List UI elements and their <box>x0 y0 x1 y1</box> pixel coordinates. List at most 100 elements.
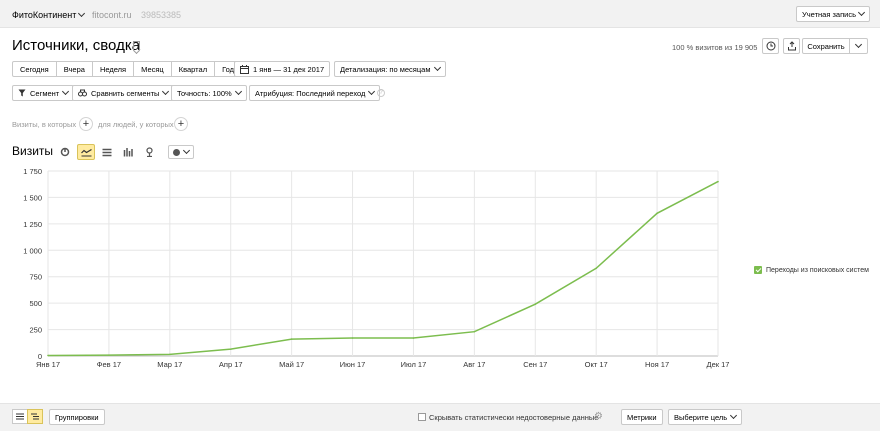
compare-icon <box>78 89 87 97</box>
chevron-down-icon <box>162 87 170 96</box>
date-range-button[interactable]: 1 янв — 31 дек 2017 <box>234 61 331 77</box>
data-point <box>412 337 415 339</box>
bottom-bar: Группировки Скрывать статистически недос… <box>0 403 880 431</box>
x-tick-label: Дек 17 <box>707 360 730 369</box>
bar-chart-button[interactable] <box>119 144 137 160</box>
pie-chart-icon <box>60 147 70 157</box>
chevron-down-icon <box>78 9 86 18</box>
y-tick-label: 1 250 <box>23 220 42 229</box>
plus-icon: + <box>177 118 185 130</box>
add-visit-filter-button[interactable]: + <box>79 117 93 131</box>
plus-icon: + <box>82 118 90 130</box>
segment-label: Сегмент <box>30 88 60 98</box>
period-quarter[interactable]: Квартал <box>170 61 216 77</box>
x-tick-label: Ноя 17 <box>645 360 669 369</box>
chevron-down-icon <box>234 87 242 96</box>
bar-chart-icon <box>123 148 133 157</box>
account-label: Учетная запись <box>801 9 856 19</box>
metrics-label: Метрики <box>627 412 657 422</box>
y-tick-label: 1 500 <box>23 193 42 202</box>
clock-icon <box>766 41 775 51</box>
accuracy-select[interactable]: Точность: 100% <box>171 85 247 101</box>
counter-selector[interactable]: ФитоКонтинент <box>12 9 86 20</box>
stacked-chart-button[interactable] <box>98 144 116 160</box>
compare-label: Сравнить сегменты <box>91 88 160 98</box>
period-selector: Сегодня Вчера Неделя Месяц Квартал Год <box>12 61 243 77</box>
data-point <box>534 303 537 305</box>
y-tick-label: 1 000 <box>23 246 42 255</box>
x-tick-label: Май 17 <box>279 360 304 369</box>
account-button[interactable]: Учетная запись <box>795 6 870 22</box>
legend-checkbox[interactable] <box>754 266 762 274</box>
period-yesterday[interactable]: Вчера <box>55 61 93 77</box>
list-icon <box>16 413 24 420</box>
chart-type-select[interactable] <box>168 145 194 159</box>
map-chart-button[interactable] <box>140 144 158 160</box>
groupings-button[interactable]: Группировки <box>49 409 105 425</box>
period-week[interactable]: Неделя <box>91 61 135 77</box>
x-tick-label: Янв 17 <box>36 360 60 369</box>
pie-chart-button[interactable] <box>56 144 74 160</box>
top-bar: ФитоКонтинент fitocont.ru 39853385 Учетн… <box>0 0 880 28</box>
groupings-label: Группировки <box>55 412 99 422</box>
chevron-down-icon <box>62 87 70 96</box>
detail-select[interactable]: Детализация: по месяцам <box>334 61 446 77</box>
period-today[interactable]: Сегодня <box>12 61 57 77</box>
visits-share: 100 % визитов из 19 905 <box>672 43 758 52</box>
metric-title: Визиты <box>12 144 54 158</box>
tree-icon <box>31 413 39 420</box>
data-point <box>108 354 110 356</box>
speech-bubble-icon <box>173 148 180 156</box>
data-point <box>351 337 354 339</box>
x-tick-label: Фев 17 <box>97 360 121 369</box>
save-options-button[interactable] <box>850 38 868 54</box>
add-people-filter-button[interactable]: + <box>174 117 188 131</box>
save-label: Сохранить <box>807 41 845 51</box>
x-tick-label: Авг 17 <box>463 360 485 369</box>
counter-id: 39853385 <box>141 10 182 20</box>
history-button[interactable] <box>762 38 779 54</box>
goal-label: Выберите цель <box>674 412 728 422</box>
segment-button[interactable]: Сегмент <box>12 85 75 101</box>
tree-view-button[interactable] <box>27 409 43 424</box>
period-month[interactable]: Месяц <box>133 61 172 77</box>
detail-label: Детализация: по месяцам <box>340 64 431 74</box>
x-tick-label: Июн 17 <box>340 360 366 369</box>
x-tick-label: Мар 17 <box>157 360 182 369</box>
hide-unreliable-checkbox[interactable] <box>418 413 426 421</box>
chevron-down-icon <box>182 146 191 155</box>
counter-site: fitocont.ru <box>92 10 132 20</box>
chevron-down-icon <box>730 411 738 420</box>
data-point <box>290 338 293 340</box>
hide-unreliable-label: Скрывать статистически недостоверные дан… <box>429 413 599 422</box>
data-point <box>169 353 171 356</box>
chevron-down-icon <box>433 63 441 72</box>
y-tick-label: 1 750 <box>23 167 42 176</box>
help-icon[interactable]: ? <box>377 89 385 97</box>
location-pin-icon <box>145 147 153 157</box>
attribution-label: Атрибуция: Последний переход <box>255 88 366 98</box>
attribution-select[interactable]: Атрибуция: Последний переход <box>249 85 381 101</box>
line-chart-button[interactable] <box>77 144 95 160</box>
bookmark-icon[interactable] <box>133 41 140 50</box>
date-range-label: 1 янв — 31 дек 2017 <box>253 64 325 74</box>
chart-legend[interactable]: Переходы из поисковых систем <box>754 266 869 274</box>
counter-name: ФитоКонтинент <box>12 10 77 20</box>
export-icon <box>787 41 796 51</box>
metrics-button[interactable]: Метрики <box>621 409 663 425</box>
chevron-down-icon <box>857 8 866 17</box>
data-point <box>595 267 597 270</box>
y-tick-label: 500 <box>29 299 42 308</box>
export-button[interactable] <box>783 38 800 54</box>
goal-select[interactable]: Выберите цель <box>668 409 743 425</box>
data-point <box>229 348 232 350</box>
y-tick-label: 250 <box>29 326 42 335</box>
compare-segments-button[interactable]: Сравнить сегменты <box>72 85 175 101</box>
accuracy-label: Точность: 100% <box>177 88 232 98</box>
gear-icon[interactable]: ⚙ <box>594 411 605 422</box>
save-button[interactable]: Сохранить <box>802 38 850 54</box>
x-tick-label: Июл 17 <box>401 360 427 369</box>
calendar-icon <box>240 64 249 74</box>
filter-icon <box>18 89 26 97</box>
table-view-button[interactable] <box>12 409 28 424</box>
